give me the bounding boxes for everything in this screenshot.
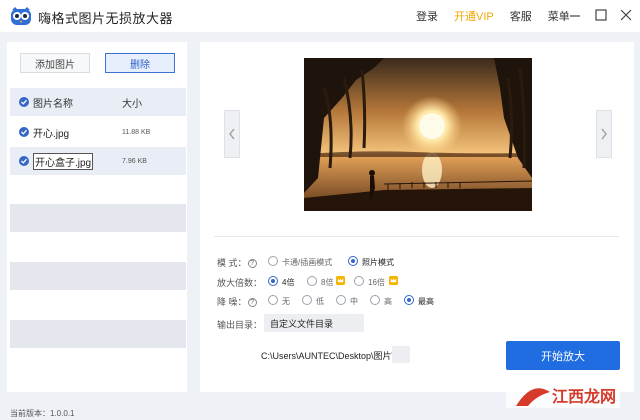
scale-label: 放大倍数： bbox=[217, 278, 263, 288]
scale-4x-radio[interactable] bbox=[268, 276, 278, 286]
file-row[interactable]: 开心盒子.jpg 7.96 KB bbox=[10, 147, 186, 175]
version-text: 当前版本：1.0.0.1 bbox=[10, 409, 75, 418]
file-name: 开心.jpg bbox=[33, 128, 70, 140]
mode-label: 模 式：? bbox=[217, 256, 257, 269]
delete-button[interactable]: 删除 bbox=[105, 53, 175, 73]
scale-4x-label: 4倍 bbox=[282, 278, 295, 287]
watermark-text: 江西龙网 bbox=[552, 387, 616, 406]
chevron-right-icon bbox=[601, 128, 607, 140]
mode-photo-label: 照片模式 bbox=[362, 258, 394, 267]
scale-16x-radio[interactable] bbox=[354, 276, 364, 286]
prev-image-button[interactable] bbox=[224, 110, 240, 158]
file-name-edit-field[interactable]: 开心盒子.jpg bbox=[33, 152, 94, 170]
noise-mid-radio[interactable] bbox=[336, 295, 346, 305]
browse-folder-button[interactable] bbox=[392, 346, 410, 363]
chevron-left-icon bbox=[229, 128, 235, 140]
noise-mid-label: 中 bbox=[350, 297, 358, 306]
minimize-icon[interactable] bbox=[566, 6, 584, 24]
column-name-header: 图片名称 bbox=[33, 98, 73, 110]
select-all-checkbox[interactable] bbox=[19, 97, 29, 107]
noise-high-label: 高 bbox=[384, 297, 392, 306]
output-label: 输出目录： bbox=[217, 320, 263, 330]
app-title: 嗨格式图片无损放大器 bbox=[38, 11, 174, 26]
file-size: 7.96 KB bbox=[122, 157, 147, 165]
mode-cartoon-label: 卡通/插画模式 bbox=[282, 258, 333, 267]
noise-max-label: 最高 bbox=[418, 297, 434, 306]
preview-image bbox=[304, 58, 532, 211]
noise-max-radio[interactable] bbox=[404, 295, 414, 305]
empty-row bbox=[10, 204, 186, 232]
output-path: C:\Users\AUNTEC\Desktop\图片\ bbox=[261, 351, 395, 361]
mode-cartoon-radio[interactable] bbox=[268, 256, 278, 266]
login-link[interactable]: 登录 bbox=[416, 8, 438, 24]
file-size: 11.88 KB bbox=[122, 128, 151, 136]
noise-none-radio[interactable] bbox=[268, 295, 278, 305]
noise-none-label: 无 bbox=[282, 297, 290, 306]
noise-label: 降 噪：? bbox=[217, 295, 257, 308]
help-icon[interactable]: ? bbox=[247, 259, 257, 269]
vip-crown-icon bbox=[389, 276, 398, 285]
custom-output-dir-button[interactable]: 自定义文件目录 bbox=[264, 314, 364, 332]
close-icon[interactable] bbox=[617, 6, 635, 24]
vip-link[interactable]: 开通VIP bbox=[454, 8, 494, 24]
vip-crown-icon bbox=[336, 276, 345, 285]
next-image-button[interactable] bbox=[596, 110, 612, 158]
file-list-header: 图片名称 大小 bbox=[10, 88, 186, 116]
row-checkbox[interactable] bbox=[19, 127, 29, 137]
start-enlarge-button[interactable]: 开始放大 bbox=[506, 341, 620, 370]
divider bbox=[214, 236, 619, 237]
app-logo-icon bbox=[10, 6, 32, 26]
column-size-header: 大小 bbox=[122, 98, 142, 110]
scale-16x-label: 16倍 bbox=[368, 278, 385, 287]
help-icon[interactable]: ? bbox=[247, 298, 257, 308]
file-row[interactable]: 开心.jpg 11.88 KB bbox=[10, 118, 186, 146]
title-bar: 嗨格式图片无损放大器 登录 开通VIP 客服 菜单 bbox=[0, 0, 640, 32]
service-link[interactable]: 客服 bbox=[510, 8, 532, 24]
empty-row bbox=[10, 320, 186, 348]
add-image-button[interactable]: 添加图片 bbox=[20, 53, 90, 73]
watermark-logo: 江西龙网 bbox=[506, 378, 620, 408]
mode-label-text: 模 式： bbox=[217, 258, 247, 268]
noise-low-radio[interactable] bbox=[302, 295, 312, 305]
scale-8x-radio[interactable] bbox=[307, 276, 317, 286]
top-nav: 登录 开通VIP 客服 菜单 bbox=[416, 8, 586, 24]
noise-label-text: 降 噪： bbox=[217, 297, 247, 307]
mode-photo-radio[interactable] bbox=[348, 256, 358, 266]
noise-low-label: 低 bbox=[316, 297, 324, 306]
maximize-icon[interactable] bbox=[592, 6, 610, 24]
row-checkbox[interactable] bbox=[19, 156, 29, 166]
empty-row bbox=[10, 262, 186, 290]
noise-high-radio[interactable] bbox=[370, 295, 380, 305]
scale-8x-label: 8倍 bbox=[321, 278, 334, 287]
